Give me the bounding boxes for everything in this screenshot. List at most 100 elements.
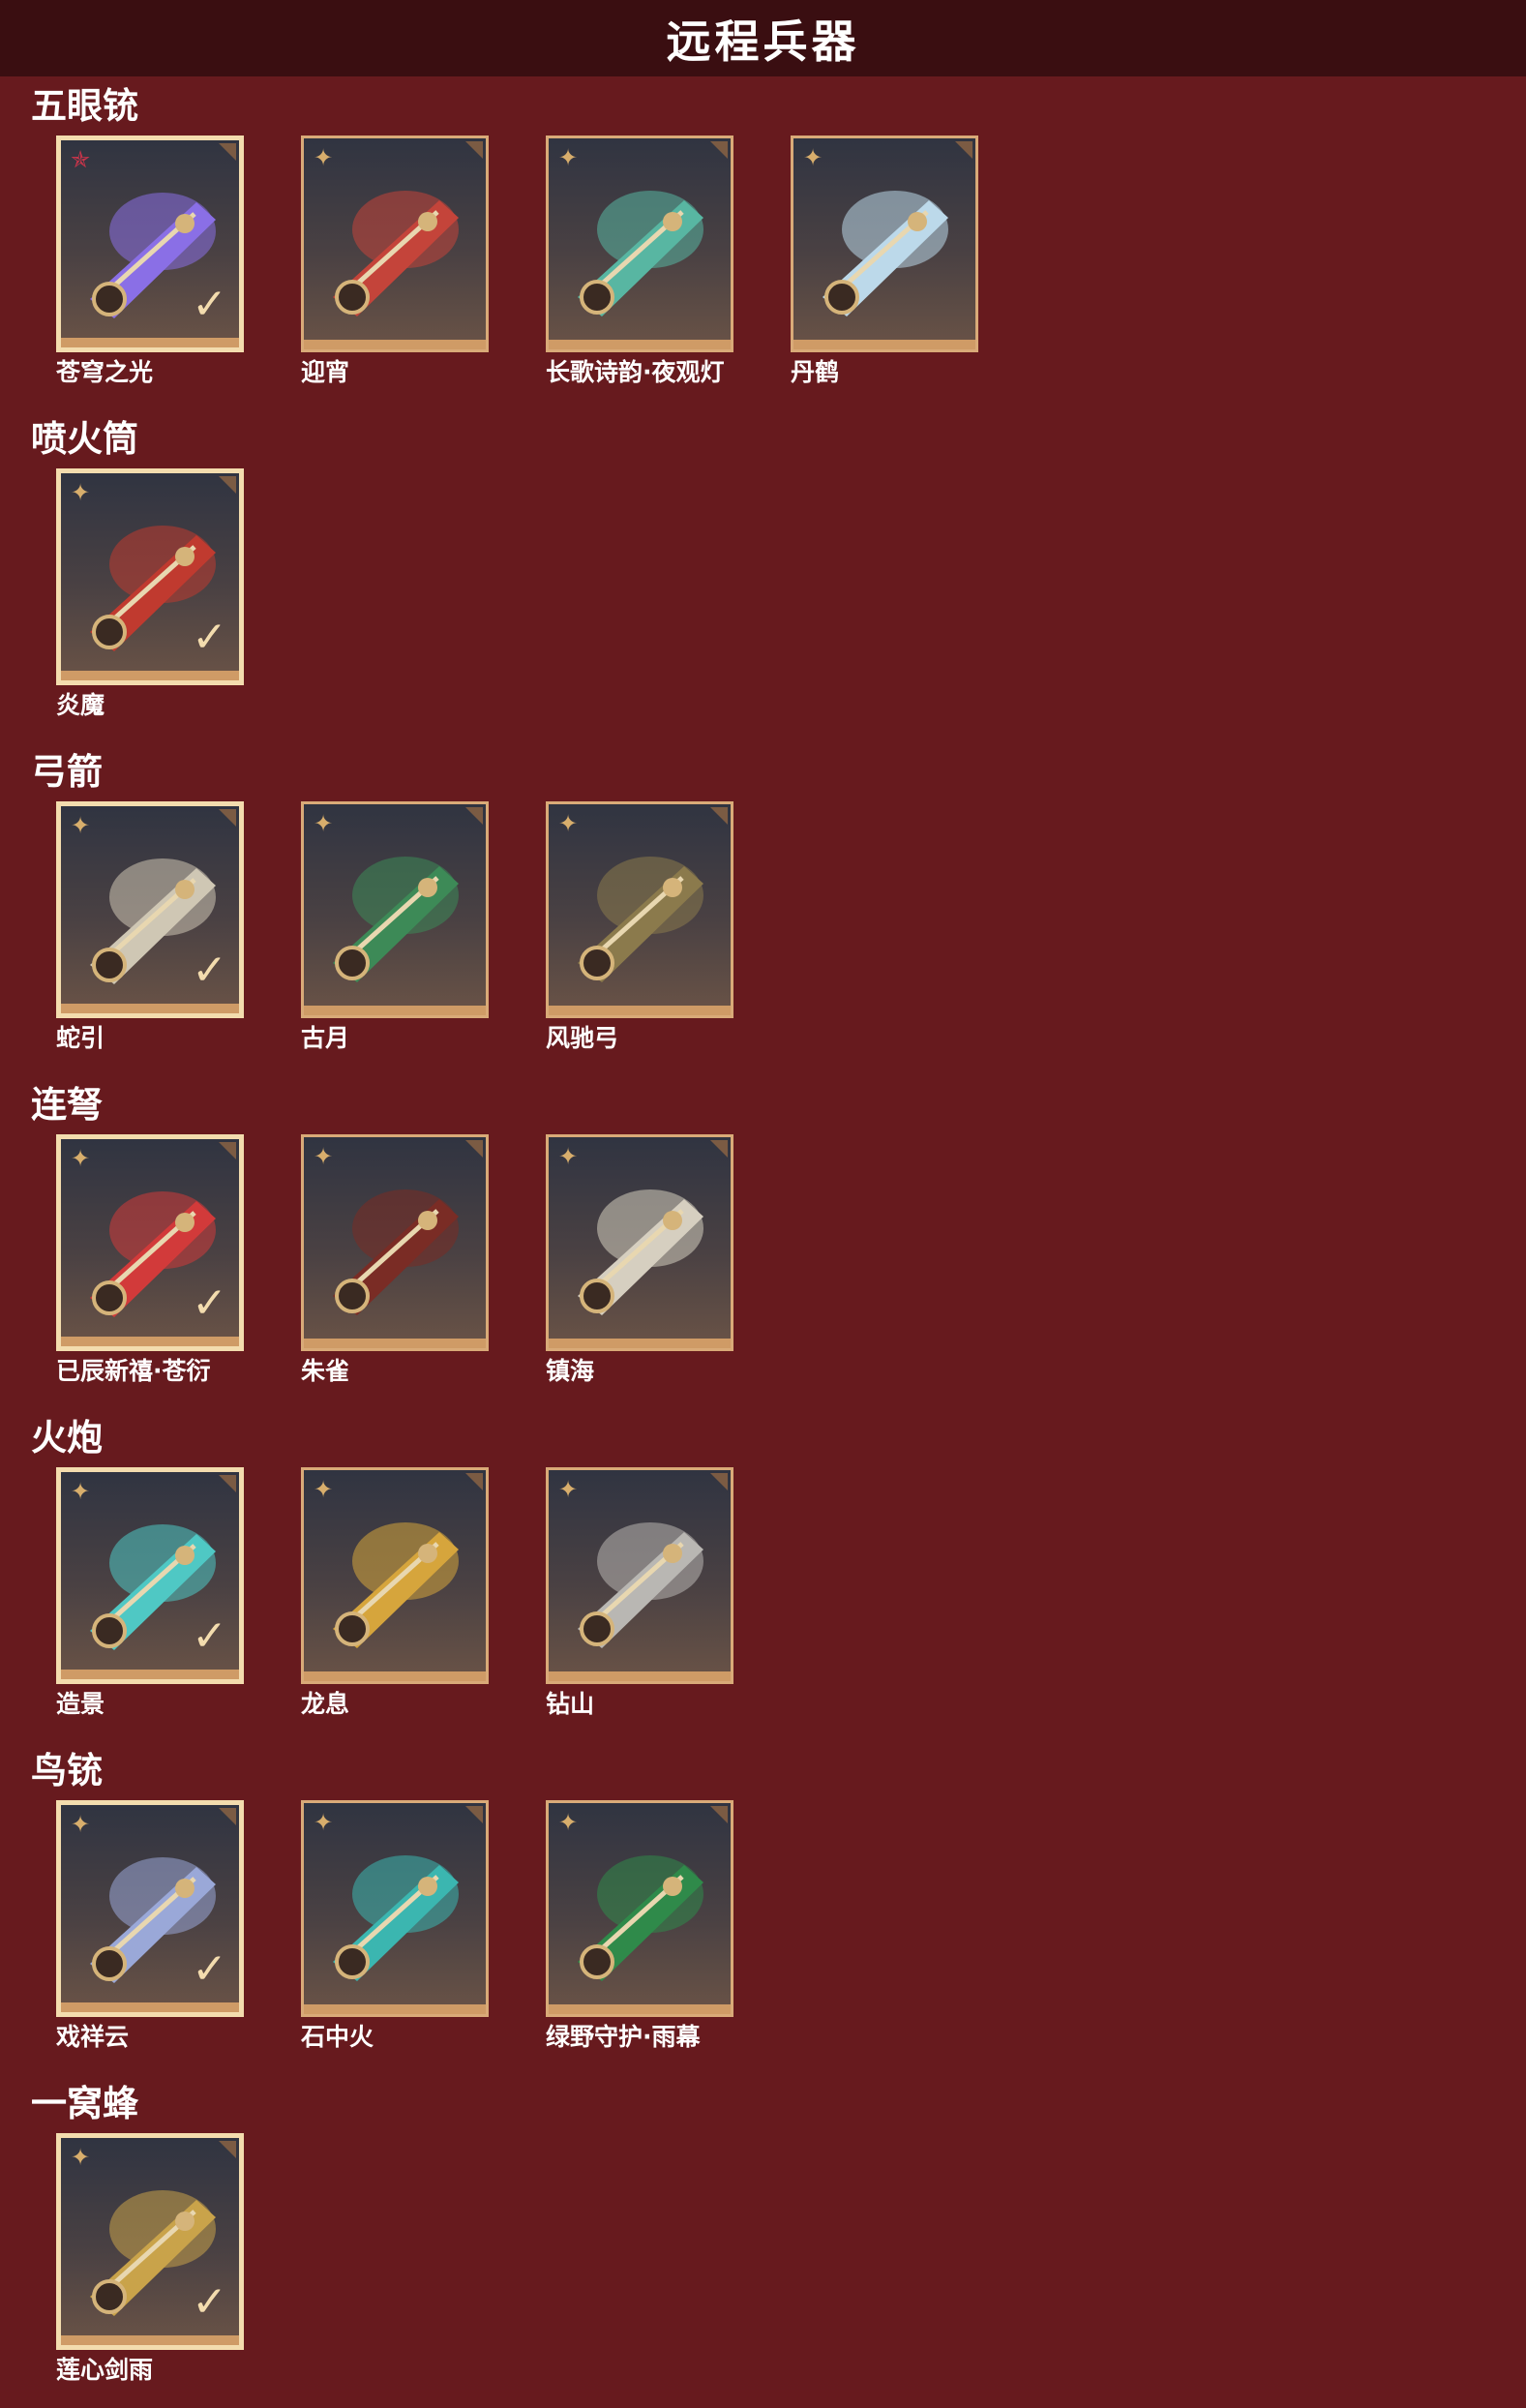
weapon-tile[interactable]: ✦	[301, 1467, 489, 1684]
corner-tag-icon	[219, 809, 236, 827]
corner-tag-icon	[955, 141, 972, 159]
weapon-tile[interactable]: ✦	[546, 1134, 733, 1351]
tile-bottom-strip	[304, 1339, 486, 1348]
tile-bottom-strip	[549, 1339, 731, 1348]
weapon-image	[333, 1189, 459, 1315]
weapon-tile[interactable]: ✦ ✓	[56, 801, 244, 1018]
weapon-name: 古月	[301, 1024, 350, 1052]
weapon-tile[interactable]: ✦ ✓	[56, 1800, 244, 2017]
category-title: 鸟铳	[31, 1750, 103, 1791]
corner-tag-icon	[219, 476, 236, 494]
tile-bottom-strip	[549, 340, 731, 349]
corner-tag-icon	[219, 1475, 236, 1492]
weapon-image	[333, 191, 459, 316]
gold-star-icon: ✦	[314, 144, 334, 171]
weapon-card[interactable]: ✦ ✓ 莲心剑雨	[56, 2133, 244, 2387]
corner-tag-icon	[219, 2141, 236, 2158]
check-icon: ✓	[192, 280, 227, 329]
weapon-tile[interactable]: ✦	[301, 801, 489, 1018]
weapon-name: 朱雀	[301, 1357, 350, 1385]
weapon-tile[interactable]: ✦	[546, 1800, 733, 2017]
weapon-tile[interactable]: ✯ ✓	[56, 135, 244, 352]
weapon-tile[interactable]: ✦ ✓	[56, 2133, 244, 2350]
check-icon: ✓	[192, 1279, 227, 1328]
gold-star-icon: ✦	[71, 2144, 91, 2171]
weapon-tile[interactable]: ✦	[546, 1467, 733, 1684]
category-title: 喷火筒	[31, 418, 138, 460]
gold-star-icon: ✦	[558, 1143, 579, 1170]
weapon-image	[578, 1189, 703, 1315]
weapon-card[interactable]: ✦ 长歌诗韵·夜观灯	[546, 135, 733, 389]
gold-star-icon: ✦	[558, 1809, 579, 1836]
gold-star-icon: ✦	[71, 1811, 91, 1838]
weapon-card[interactable]: ✦ 石中火	[301, 1800, 489, 2054]
weapon-name: 长歌诗韵·夜观灯	[546, 358, 725, 386]
tile-bottom-strip	[61, 671, 239, 680]
weapon-card[interactable]: ✦ 龙息	[301, 1467, 489, 1721]
weapon-card[interactable]: ✦ 古月	[301, 801, 489, 1055]
weapon-name: 绿野守护·雨幕	[546, 2023, 701, 2051]
page-title: 远程兵器	[666, 15, 860, 68]
gold-star-icon: ✦	[558, 1476, 579, 1503]
gold-star-icon: ✦	[71, 812, 91, 839]
weapon-card[interactable]: ✦ ✓ 已辰新禧·苍衍	[56, 1134, 244, 1388]
weapon-category: 连弩 ✦ ✓ 已辰新禧·苍衍 ✦ 朱雀 ✦ 镇海	[0, 1084, 1526, 1403]
weapon-name: 已辰新禧·苍衍	[56, 1357, 211, 1385]
weapon-card[interactable]: ✦ ✓ 蛇引	[56, 801, 244, 1055]
corner-tag-icon	[710, 141, 728, 159]
category-title: 五眼铳	[31, 85, 138, 127]
weapon-image	[578, 1522, 703, 1648]
weapon-name: 镇海	[546, 1357, 595, 1385]
tile-bottom-strip	[61, 2335, 239, 2345]
weapon-tile[interactable]: ✦	[301, 1134, 489, 1351]
weapon-card[interactable]: ✦ 镇海	[546, 1134, 733, 1388]
weapon-name: 炎魔	[56, 691, 105, 719]
weapon-category: 弓箭 ✦ ✓ 蛇引 ✦ 古月 ✦ 风驰弓	[0, 751, 1526, 1070]
weapon-tile[interactable]: ✦ ✓	[56, 1467, 244, 1684]
weapon-card[interactable]: ✦ 丹鹤	[791, 135, 978, 389]
weapon-card[interactable]: ✦ 朱雀	[301, 1134, 489, 1388]
weapon-card[interactable]: ✦ ✓ 造景	[56, 1467, 244, 1721]
weapon-name: 蛇引	[56, 1024, 105, 1052]
tile-bottom-strip	[61, 2002, 239, 2012]
weapon-name: 造景	[56, 1690, 105, 1718]
weapon-card[interactable]: ✦ 迎宵	[301, 135, 489, 389]
weapon-tile[interactable]: ✦	[791, 135, 978, 352]
weapon-tile[interactable]: ✦ ✓	[56, 1134, 244, 1351]
weapon-name: 丹鹤	[791, 358, 840, 386]
corner-tag-icon	[465, 807, 483, 825]
weapon-card[interactable]: ✦ 钻山	[546, 1467, 733, 1721]
weapon-tile[interactable]: ✦ ✓	[56, 468, 244, 685]
weapon-name: 莲心剑雨	[56, 2356, 154, 2384]
tile-bottom-strip	[549, 2004, 731, 2014]
tile-bottom-strip	[304, 2004, 486, 2014]
corner-tag-icon	[710, 807, 728, 825]
tile-bottom-strip	[793, 340, 975, 349]
check-icon: ✓	[192, 1944, 227, 1994]
weapon-tile[interactable]: ✦	[546, 801, 733, 1018]
tile-bottom-strip	[304, 1006, 486, 1015]
weapon-card[interactable]: ✦ 绿野守护·雨幕	[546, 1800, 733, 2054]
tile-bottom-strip	[549, 1671, 731, 1681]
corner-tag-icon	[465, 141, 483, 159]
gold-star-icon: ✦	[558, 144, 579, 171]
weapon-category: 火炮 ✦ ✓ 造景 ✦ 龙息 ✦ 钻山	[0, 1417, 1526, 1736]
tile-bottom-strip	[549, 1006, 731, 1015]
gold-star-icon: ✦	[558, 810, 579, 837]
weapon-tile[interactable]: ✦	[546, 135, 733, 352]
category-title: 一窝蜂	[31, 2083, 138, 2124]
weapon-card[interactable]: ✦ ✓ 炎魔	[56, 468, 244, 722]
weapon-card[interactable]: ✦ ✓ 戏祥云	[56, 1800, 244, 2054]
weapon-tile[interactable]: ✦	[301, 1800, 489, 2017]
weapon-category: 喷火筒 ✦ ✓ 炎魔	[0, 418, 1526, 737]
category-title: 火炮	[31, 1417, 103, 1459]
weapon-category: 鸟铳 ✦ ✓ 戏祥云 ✦ 石中火 ✦ 绿野守护·雨幕	[0, 1750, 1526, 2069]
corner-tag-icon	[465, 1140, 483, 1158]
weapon-tile[interactable]: ✦	[301, 135, 489, 352]
weapon-image	[578, 1855, 703, 1981]
tile-bottom-strip	[61, 1337, 239, 1346]
red-star-icon: ✯	[71, 146, 91, 173]
corner-tag-icon	[710, 1806, 728, 1823]
weapon-card[interactable]: ✦ 风驰弓	[546, 801, 733, 1055]
weapon-card[interactable]: ✯ ✓ 苍穹之光	[56, 135, 244, 389]
